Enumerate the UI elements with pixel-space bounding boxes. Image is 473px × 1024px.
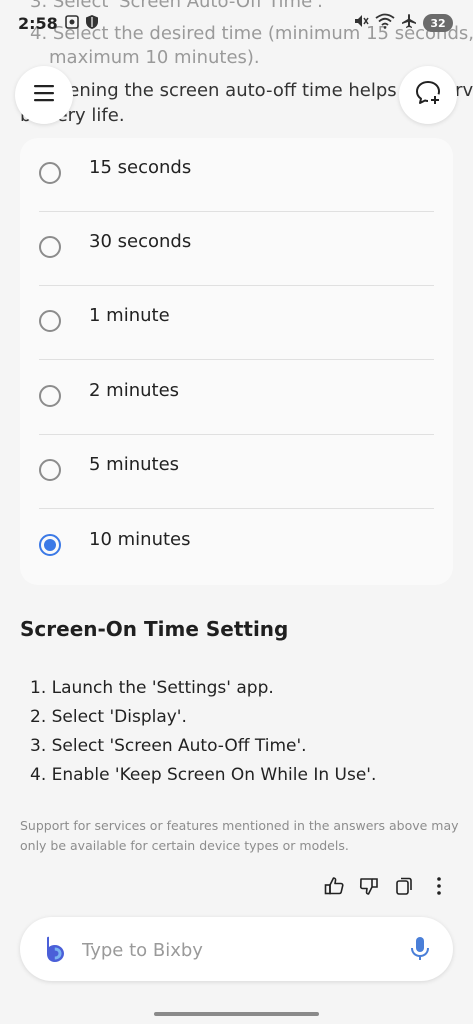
battery-indicator: 32 [423, 14, 453, 32]
section-title: Screen-On Time Setting [20, 617, 289, 641]
menu-button[interactable] [15, 66, 73, 124]
option-label: 5 minutes [89, 454, 180, 475]
copy-icon[interactable] [392, 874, 416, 898]
status-left-icons [64, 14, 100, 34]
step-item: 4. Enable 'Keep Screen On While In Use'. [30, 765, 377, 785]
timeout-options-card: 15 seconds 30 seconds 1 minute 2 minutes… [20, 138, 453, 585]
option-30-seconds[interactable]: 30 seconds [20, 212, 453, 286]
option-15-seconds[interactable]: 15 seconds [20, 138, 453, 212]
radio-button[interactable] [39, 162, 61, 184]
option-label: 10 minutes [89, 529, 191, 550]
feedback-actions [322, 874, 451, 898]
thumbs-up-icon[interactable] [322, 874, 346, 898]
mute-icon [353, 13, 369, 33]
option-1-minute[interactable]: 1 minute [20, 286, 453, 360]
option-2-minutes[interactable]: 2 minutes [20, 361, 453, 435]
new-chat-button[interactable] [399, 66, 457, 124]
mic-icon[interactable] [407, 935, 433, 963]
home-indicator[interactable] [154, 1012, 319, 1016]
option-label: 1 minute [89, 305, 170, 326]
airplane-icon [401, 13, 417, 33]
radio-button[interactable] [39, 459, 61, 481]
shield-icon [84, 14, 100, 34]
step-item: 2. Select 'Display'. [30, 707, 187, 727]
wifi-icon [375, 13, 395, 33]
step-item: 3. Select 'Screen Auto-Off Time'. [30, 736, 307, 756]
bixby-input[interactable] [80, 931, 404, 969]
more-icon[interactable] [427, 874, 451, 898]
divider [39, 508, 434, 509]
steps-list: 1. Launch the 'Settings' app. 2. Select … [30, 674, 376, 790]
option-label: 30 seconds [89, 231, 192, 252]
status-bar: 2:58 32 [0, 0, 473, 44]
radio-button[interactable] [39, 236, 61, 258]
thumbs-down-icon[interactable] [357, 874, 381, 898]
hamburger-icon [33, 83, 55, 107]
radio-button-selected[interactable] [39, 534, 61, 556]
step-item: 1. Launch the 'Settings' app. [30, 678, 274, 698]
previous-step-4-cont: maximum 10 minutes). [49, 47, 260, 68]
radio-button[interactable] [39, 310, 61, 332]
bixby-logo-icon [42, 936, 68, 962]
option-5-minutes[interactable]: 5 minutes [20, 435, 453, 509]
option-label: 2 minutes [89, 380, 180, 401]
chat-add-icon [414, 79, 442, 111]
screenshot-icon [64, 14, 80, 34]
status-right-icons: 32 [353, 13, 453, 33]
radio-button[interactable] [39, 385, 61, 407]
option-label: 15 seconds [89, 157, 192, 178]
status-time: 2:58 [18, 14, 58, 33]
input-bar [20, 917, 453, 981]
divider [39, 359, 434, 360]
disclaimer-text: Support for services or features mention… [20, 818, 459, 853]
option-10-minutes[interactable]: 10 minutes [20, 510, 453, 584]
